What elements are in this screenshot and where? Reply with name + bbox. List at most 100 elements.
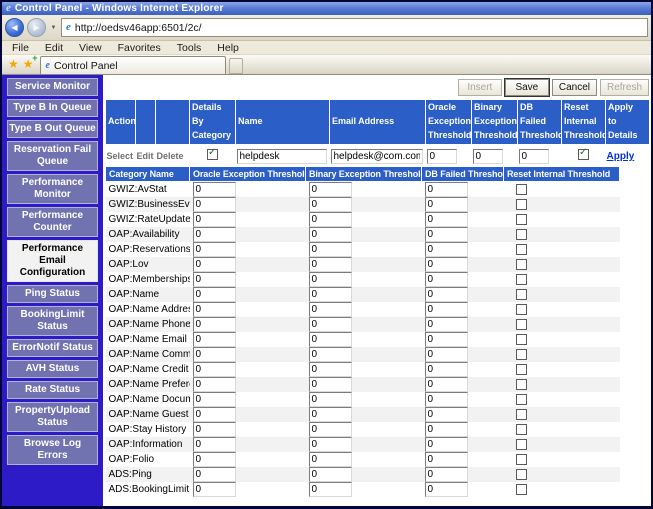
- sidebar-item-type-b-in-queue[interactable]: Type B In Queue: [7, 99, 98, 117]
- reset-internal-checkbox[interactable]: [516, 469, 527, 480]
- binary-threshold-input[interactable]: [309, 422, 352, 437]
- binary-threshold-input[interactable]: [309, 332, 352, 347]
- sidebar-item-rate-status[interactable]: Rate Status: [7, 381, 98, 399]
- cancel-button[interactable]: Cancel: [552, 79, 597, 96]
- menu-item-view[interactable]: View: [71, 42, 110, 54]
- sidebar-item-bookinglimit-status[interactable]: BookingLimit Status: [7, 306, 98, 336]
- select-link[interactable]: Select: [107, 151, 134, 161]
- menu-item-help[interactable]: Help: [209, 42, 247, 54]
- reset-internal-checkbox[interactable]: [516, 364, 527, 375]
- sidebar-item-service-monitor[interactable]: Service Monitor: [7, 78, 98, 96]
- oracle-threshold-input[interactable]: [193, 422, 236, 437]
- oracle-threshold-input[interactable]: [193, 242, 236, 257]
- db-failed-threshold-input[interactable]: [425, 317, 468, 332]
- db-failed-threshold-input[interactable]: [425, 242, 468, 257]
- binary-threshold-input[interactable]: [309, 212, 352, 227]
- binary-threshold-input[interactable]: [309, 467, 352, 482]
- details-by-category-checkbox[interactable]: [207, 149, 218, 160]
- insert-button[interactable]: Insert: [458, 79, 502, 96]
- oracle-threshold-input[interactable]: [193, 212, 236, 227]
- db-failed-threshold-input[interactable]: [425, 302, 468, 317]
- binary-threshold-input[interactable]: [309, 407, 352, 422]
- reset-internal-checkbox[interactable]: [516, 409, 527, 420]
- edit-link[interactable]: Edit: [137, 151, 154, 161]
- reset-internal-checkbox[interactable]: [516, 424, 527, 435]
- forward-button[interactable]: ▶: [27, 18, 46, 37]
- binary-threshold-input[interactable]: [309, 302, 352, 317]
- db-failed-threshold-input[interactable]: [425, 287, 468, 302]
- reset-internal-checkbox[interactable]: [516, 259, 527, 270]
- oracle-threshold-input[interactable]: [193, 287, 236, 302]
- reset-internal-checkbox[interactable]: [516, 454, 527, 465]
- oracle-threshold-input[interactable]: [193, 317, 236, 332]
- reset-internal-checkbox[interactable]: [516, 244, 527, 255]
- oracle-threshold-input[interactable]: [193, 332, 236, 347]
- binary-threshold-input[interactable]: [309, 362, 352, 377]
- binary-threshold-input[interactable]: [309, 437, 352, 452]
- delete-link[interactable]: Delete: [157, 151, 184, 161]
- db-failed-threshold-input[interactable]: [425, 227, 468, 242]
- new-tab-button[interactable]: [229, 58, 243, 74]
- binary-threshold-input[interactable]: [309, 377, 352, 392]
- sidebar-item-reservation-fail-queue[interactable]: Reservation Fail Queue: [7, 141, 98, 171]
- binary-threshold-input[interactable]: [309, 452, 352, 467]
- reset-internal-checkbox[interactable]: [516, 289, 527, 300]
- binary-threshold-input[interactable]: [309, 272, 352, 287]
- sidebar-item-performance-counter[interactable]: Performance Counter: [7, 207, 98, 237]
- apply-link[interactable]: Apply: [607, 151, 635, 162]
- history-dropdown-icon[interactable]: ▼: [49, 25, 58, 31]
- oracle-threshold-input[interactable]: [193, 437, 236, 452]
- db-failed-threshold-input[interactable]: [425, 437, 468, 452]
- binary-threshold-input[interactable]: [309, 242, 352, 257]
- refresh-button[interactable]: Refresh: [600, 79, 649, 96]
- oracle-threshold-input[interactable]: [193, 182, 236, 197]
- oracle-threshold-input[interactable]: [193, 392, 236, 407]
- db-failed-threshold-input[interactable]: [425, 407, 468, 422]
- reset-internal-checkbox[interactable]: [516, 439, 527, 450]
- menu-item-favorites[interactable]: Favorites: [110, 42, 169, 54]
- oracle-threshold-input[interactable]: [193, 407, 236, 422]
- db-failed-threshold-input[interactable]: [425, 332, 468, 347]
- address-bar[interactable]: e http://oedsv46app:6501/2c/: [61, 18, 648, 37]
- oracle-threshold-input[interactable]: [193, 482, 236, 497]
- oracle-threshold-input[interactable]: [193, 347, 236, 362]
- favorites-center-icon[interactable]: ★: [8, 58, 19, 70]
- binary-threshold-input[interactable]: [309, 257, 352, 272]
- db-failed-threshold-input[interactable]: [425, 467, 468, 482]
- sidebar-item-ping-status[interactable]: Ping Status: [7, 285, 98, 303]
- binary-threshold-input[interactable]: [309, 317, 352, 332]
- reset-internal-checkbox[interactable]: [578, 149, 589, 160]
- url-text[interactable]: http://oedsv46app:6501/2c/: [75, 22, 202, 34]
- tab-control-panel[interactable]: e Control Panel: [40, 56, 226, 74]
- db-failed-threshold-input[interactable]: [425, 257, 468, 272]
- oracle-threshold-input[interactable]: [193, 362, 236, 377]
- db-failed-threshold-input[interactable]: [425, 422, 468, 437]
- sidebar-item-browse-log-errors[interactable]: Browse Log Errors: [7, 435, 98, 465]
- db-failed-threshold-input[interactable]: [425, 272, 468, 287]
- binary-threshold-input[interactable]: [309, 392, 352, 407]
- db-failed-threshold-input[interactable]: [425, 482, 468, 497]
- email-address-input[interactable]: [331, 149, 423, 164]
- db-failed-threshold-input[interactable]: [519, 149, 549, 164]
- binary-threshold-input[interactable]: [309, 197, 352, 212]
- oracle-threshold-input[interactable]: [193, 272, 236, 287]
- save-button[interactable]: Save: [505, 79, 549, 96]
- reset-internal-checkbox[interactable]: [516, 214, 527, 225]
- sidebar-item-performance-monitor[interactable]: Performance Monitor: [7, 174, 98, 204]
- binary-threshold-input[interactable]: [309, 227, 352, 242]
- sidebar-item-performance-email-configuration[interactable]: Performance Email Configuration: [7, 240, 98, 282]
- oracle-threshold-input[interactable]: [193, 227, 236, 242]
- binary-threshold-input[interactable]: [309, 287, 352, 302]
- oracle-threshold-input[interactable]: [193, 452, 236, 467]
- menu-item-file[interactable]: File: [4, 42, 37, 54]
- db-failed-threshold-input[interactable]: [425, 452, 468, 467]
- sidebar-item-avh-status[interactable]: AVH Status: [7, 360, 98, 378]
- reset-internal-checkbox[interactable]: [516, 274, 527, 285]
- reset-internal-checkbox[interactable]: [516, 349, 527, 360]
- db-failed-threshold-input[interactable]: [425, 197, 468, 212]
- db-failed-threshold-input[interactable]: [425, 362, 468, 377]
- oracle-threshold-input[interactable]: [193, 377, 236, 392]
- binary-threshold-input[interactable]: [309, 482, 352, 497]
- reset-internal-checkbox[interactable]: [516, 484, 527, 495]
- reset-internal-checkbox[interactable]: [516, 304, 527, 315]
